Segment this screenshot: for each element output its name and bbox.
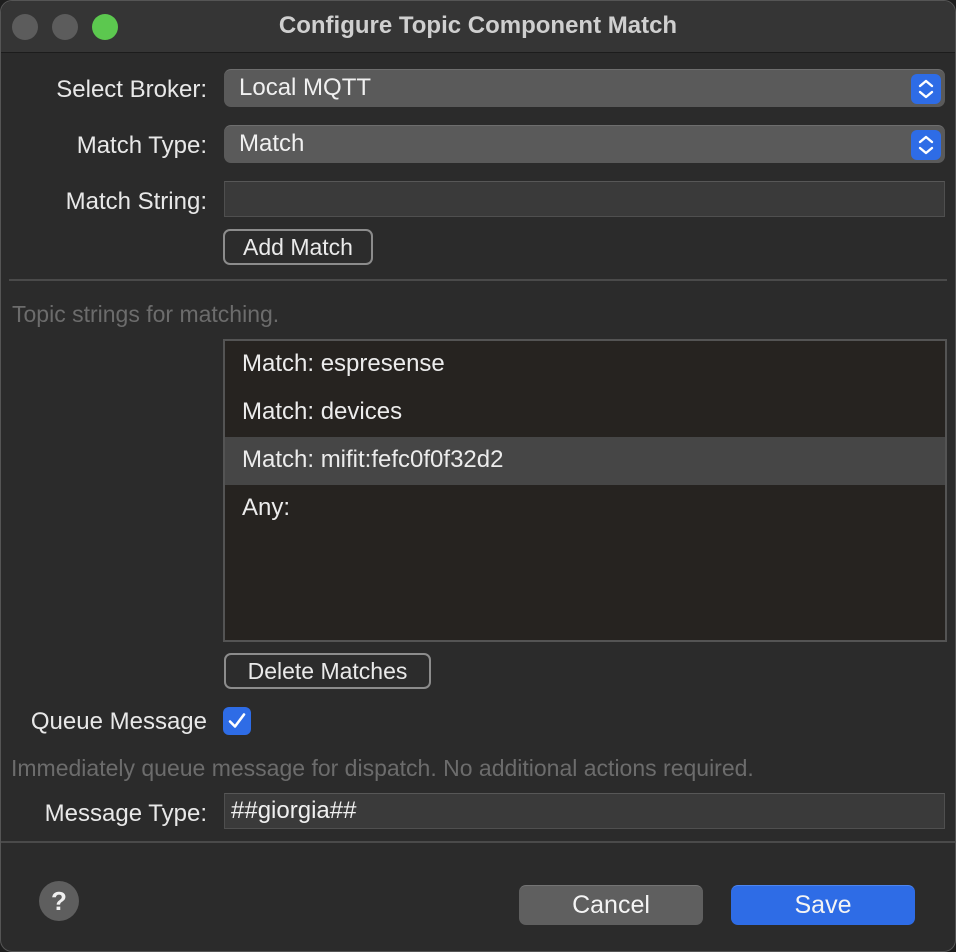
footer-divider (1, 841, 955, 843)
queue-message-checkbox[interactable] (223, 707, 251, 735)
list-item[interactable]: Any: (225, 485, 945, 533)
queue-message-label: Queue Message (30, 708, 207, 735)
list-item-selected[interactable]: Match: mifit:fefc0f0f32d2 (225, 437, 945, 485)
match-string-field[interactable] (224, 181, 945, 217)
cancel-button[interactable]: Cancel (519, 885, 703, 925)
delete-matches-button[interactable]: Delete Matches (224, 653, 431, 689)
list-item[interactable]: Match: devices (225, 389, 945, 437)
window-title: Configure Topic Component Match (278, 12, 678, 39)
add-match-button[interactable]: Add Match (223, 229, 373, 265)
match-type-selected-value: Match (239, 130, 305, 157)
configure-dialog: Configure Topic Component Match Select B… (0, 0, 956, 952)
match-type-popup[interactable]: Match (224, 125, 945, 163)
message-type-label: Message Type: (44, 800, 207, 827)
checkmark-icon (228, 713, 246, 728)
message-type-input[interactable] (225, 794, 944, 828)
broker-popup[interactable]: Local MQTT (224, 69, 945, 107)
popup-stepper-icon (911, 74, 941, 104)
queue-message-hint: Immediately queue message for dispatch. … (11, 755, 754, 781)
matches-list[interactable]: Match: espresense Match: devices Match: … (223, 339, 947, 642)
match-type-label: Match Type: (76, 132, 207, 159)
save-button[interactable]: Save (731, 885, 915, 925)
match-string-label: Match String: (65, 188, 207, 215)
title-bar: Configure Topic Component Match (1, 1, 955, 53)
topic-strings-hint: Topic strings for matching. (12, 301, 280, 327)
select-broker-label: Select Broker: (56, 76, 207, 103)
help-icon[interactable]: ? (39, 881, 79, 921)
message-type-field[interactable] (224, 793, 945, 829)
broker-selected-value: Local MQTT (239, 74, 372, 101)
list-item[interactable]: Match: espresense (225, 341, 945, 389)
section-divider (9, 279, 947, 281)
popup-stepper-icon (911, 130, 941, 160)
match-string-input[interactable] (225, 182, 944, 216)
